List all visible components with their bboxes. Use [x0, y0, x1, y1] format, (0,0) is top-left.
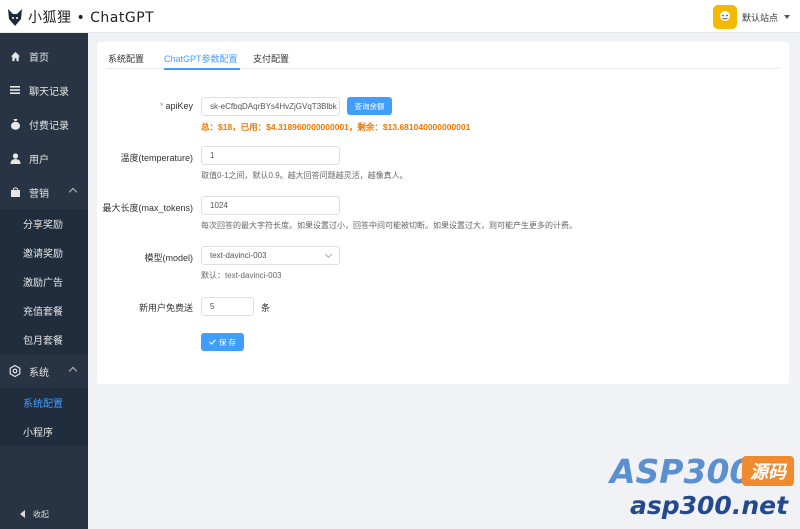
user-icon	[9, 152, 21, 164]
sidebar-item-home[interactable]: 首页	[0, 39, 88, 73]
temperature-label: 温度(temperature)	[120, 153, 193, 163]
model-hint: 默认：text-davinci-003	[201, 271, 282, 280]
free-messages-input[interactable]: 5	[201, 297, 254, 316]
submenu-item-monthly-package[interactable]: 包月套餐	[0, 325, 88, 354]
caret-down-icon	[784, 15, 790, 19]
free-messages-label: 新用户免费送	[138, 303, 193, 313]
settings-icon	[9, 365, 21, 377]
user-avatar-icon	[719, 11, 730, 21]
sidebar-item-users[interactable]: 用户	[0, 141, 88, 175]
top-header: 小狐狸 • ChatGPT 默认站点	[0, 0, 800, 33]
tab-payment-config[interactable]: 支付配置	[253, 52, 289, 65]
watermark-tag: 源码	[742, 456, 794, 486]
active-tab-indicator	[164, 68, 240, 70]
sidebar-item-label: 营销	[29, 188, 49, 200]
save-button[interactable]: 保 存	[201, 333, 244, 351]
query-balance-button[interactable]: 查询余额	[347, 97, 392, 115]
sidebar-item-chat-records[interactable]: 聊天记录	[0, 73, 88, 107]
chevron-up-icon	[68, 187, 78, 197]
chevron-down-icon	[324, 250, 333, 259]
money-bag-icon	[9, 118, 21, 130]
marketing-submenu: 分享奖励 邀请奖励 激励广告 充值套餐 包月套餐	[0, 209, 88, 354]
fox-logo-icon	[8, 9, 22, 26]
home-icon	[9, 50, 21, 62]
collapse-icon	[20, 510, 25, 518]
system-submenu: 系统配置 小程序	[0, 388, 88, 446]
list-icon	[9, 84, 21, 96]
max-tokens-hint: 每次回答的最大字符长度。如果设置过小，回答中间可能被切断。如果设置过大，则可能产…	[201, 221, 577, 230]
site-name: 默认站点	[741, 12, 778, 23]
shop-icon	[9, 186, 21, 198]
sidebar-item-label: 用户	[29, 154, 49, 166]
submenu-item-invite-reward[interactable]: 邀请奖励	[0, 238, 88, 267]
sidebar-item-marketing[interactable]: 营销	[0, 175, 88, 209]
submenu-item-mini-program[interactable]: 小程序	[0, 417, 88, 446]
collapse-sidebar-button[interactable]: 收起	[0, 499, 88, 529]
submenu-item-system-config[interactable]: 系统配置	[0, 388, 88, 417]
sidebar-item-label: 系统	[29, 367, 49, 379]
sidebar-item-system[interactable]: 系统	[0, 354, 88, 388]
temperature-hint: 取值0-1之间，默认0.9。越大回答问题越灵活，越像真人。	[201, 171, 408, 180]
max-tokens-input[interactable]: 1024	[201, 196, 340, 215]
app-title: 小狐狸 • ChatGPT	[28, 10, 155, 26]
temperature-input[interactable]: 1	[201, 146, 340, 165]
collapse-label: 收起	[33, 509, 49, 519]
tab-bar: 系统配置 ChatGPT参数配置 支付配置	[107, 42, 779, 70]
model-label: 模型(model)	[144, 253, 193, 263]
free-messages-unit: 条	[261, 303, 271, 313]
submenu-item-share-reward[interactable]: 分享奖励	[0, 209, 88, 238]
sidebar-item-label: 聊天记录	[29, 86, 69, 98]
submenu-item-incentive-ad[interactable]: 激励广告	[0, 267, 88, 296]
app-logo[interactable]: 小狐狸 • ChatGPT	[6, 5, 154, 29]
sidebar-item-payment-records[interactable]: 付费记录	[0, 107, 88, 141]
avatar	[712, 5, 737, 29]
sidebar-item-label: 首页	[29, 52, 49, 64]
submenu-item-recharge-package[interactable]: 充值套餐	[0, 296, 88, 325]
sidebar: 首页 聊天记录 付费记录 用户 营销 分享奖励 邀请奖励 激励广告 充值套餐 包…	[0, 33, 88, 529]
apikey-label: * apiKey	[159, 101, 193, 111]
model-select[interactable]: text-davinci-003	[201, 246, 340, 265]
user-menu[interactable]: 默认站点	[712, 5, 790, 29]
chevron-up-icon	[68, 366, 78, 376]
apikey-input[interactable]: sk-eCfbqDAqrBYs4HvZjGVqT3Blbk	[201, 97, 340, 116]
watermark-url: asp300.net	[630, 491, 789, 520]
required-mark: *	[159, 101, 164, 111]
tab-chatgpt-config[interactable]: ChatGPT参数配置	[164, 52, 238, 65]
balance-text: 总：$18，已用：$4.318960000000001，剩余：$13.68104…	[201, 122, 471, 132]
max-tokens-label: 最大长度(max_tokens)	[102, 203, 193, 213]
check-icon	[209, 339, 216, 345]
settings-card: 系统配置 ChatGPT参数配置 支付配置 * apiKey sk-eCfbqDA…	[97, 42, 789, 384]
sidebar-item-label: 付费记录	[29, 120, 69, 132]
tab-system-config[interactable]: 系统配置	[108, 52, 144, 65]
watermark-logo-text: ASP300	[610, 452, 753, 491]
